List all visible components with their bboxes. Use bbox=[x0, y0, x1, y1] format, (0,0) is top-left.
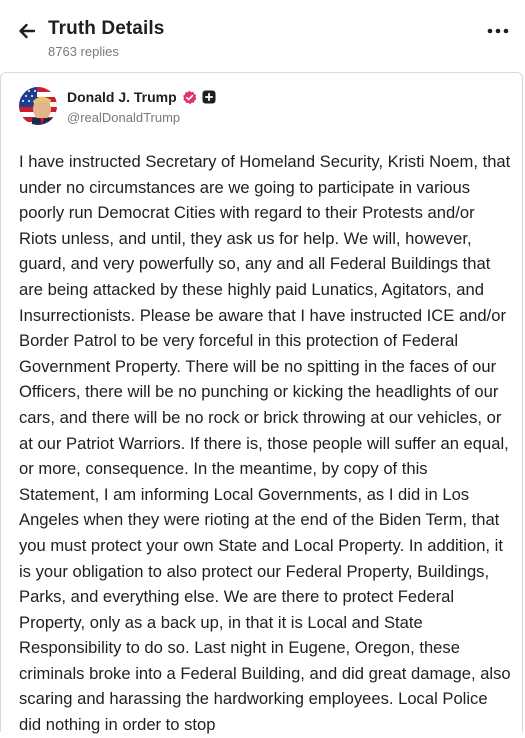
author-handle[interactable]: @realDonaldTrump bbox=[67, 110, 180, 125]
top-bar: Truth Details 8763 replies bbox=[0, 0, 525, 72]
avatar-image bbox=[19, 87, 57, 125]
author-display-name[interactable]: Donald J. Trump bbox=[67, 89, 177, 105]
arrow-left-icon bbox=[19, 23, 36, 39]
back-button[interactable] bbox=[14, 18, 40, 44]
page-title: Truth Details bbox=[48, 18, 165, 39]
post-card: Donald J. Trump @realDonaldTrump I have … bbox=[0, 72, 523, 734]
avatar[interactable] bbox=[19, 87, 57, 125]
more-options-button[interactable] bbox=[485, 20, 511, 42]
reply-count: 8763 replies bbox=[48, 44, 119, 59]
verified-badge-icon bbox=[182, 90, 197, 104]
more-horizontal-icon bbox=[487, 28, 509, 34]
plus-badge-icon bbox=[202, 90, 216, 104]
author-name-row: Donald J. Trump bbox=[67, 89, 216, 105]
post-body-text: I have instructed Secretary of Homeland … bbox=[19, 152, 511, 735]
